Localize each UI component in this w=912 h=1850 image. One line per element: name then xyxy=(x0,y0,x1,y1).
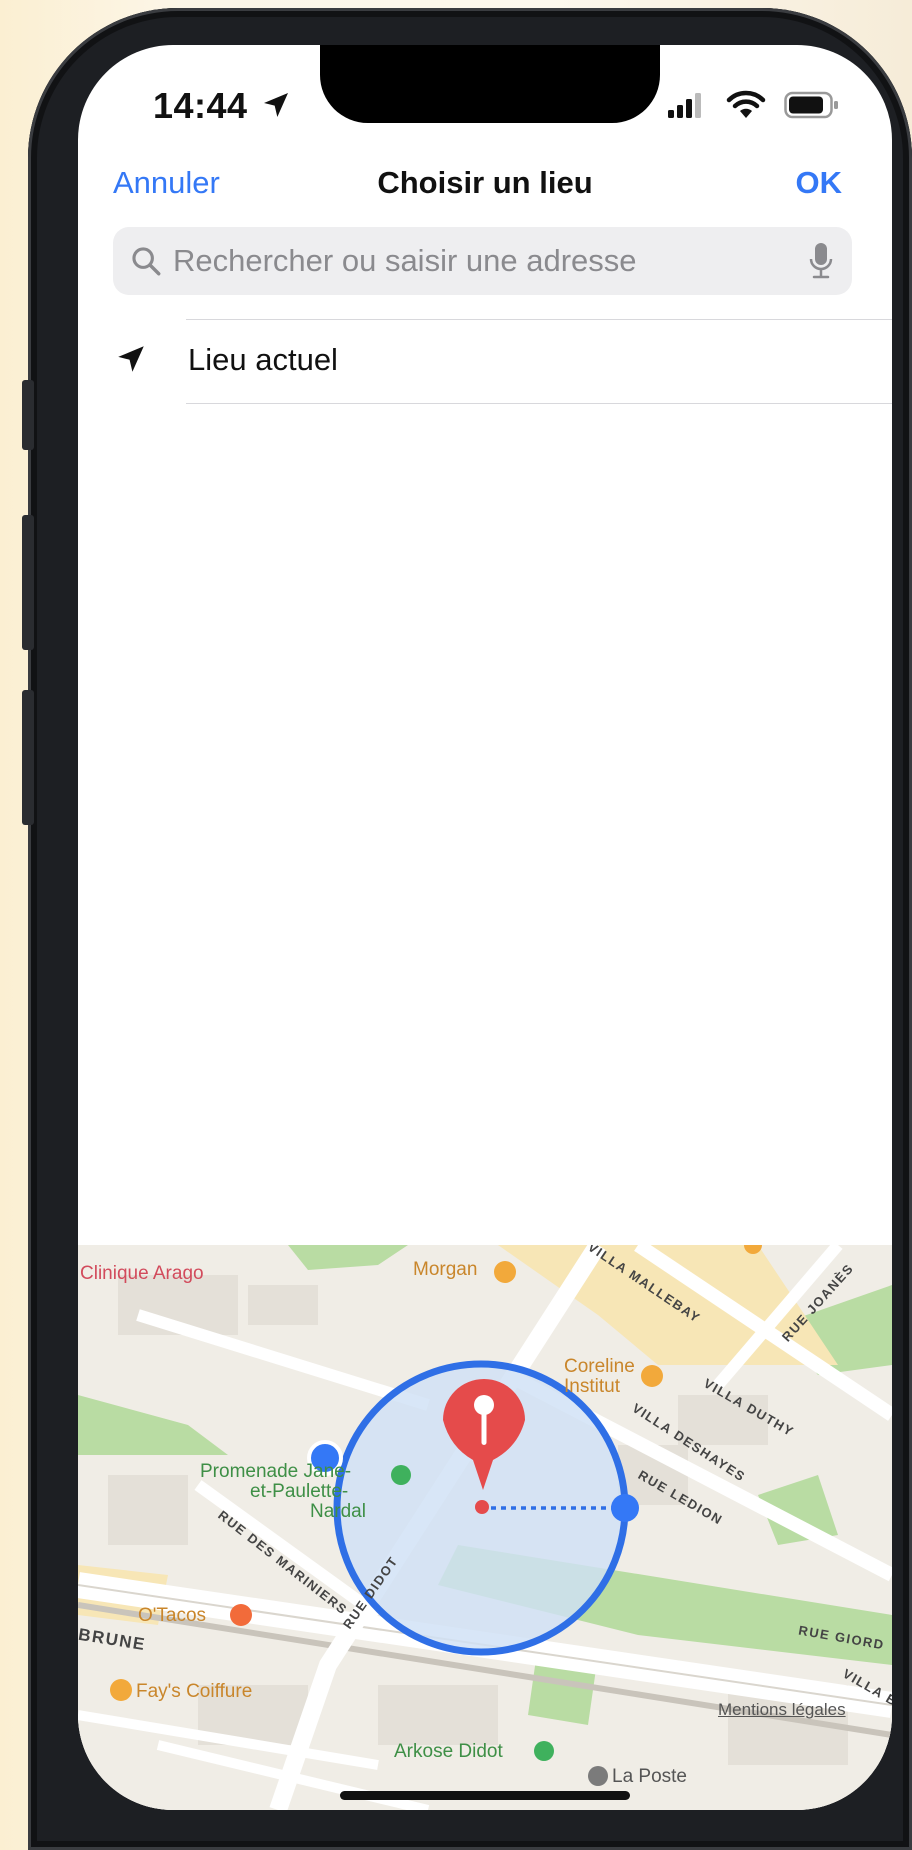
battery-icon xyxy=(784,91,838,119)
wifi-icon xyxy=(726,90,766,118)
poi-label: Clinique Arago xyxy=(80,1263,204,1284)
notch xyxy=(320,45,660,123)
status-time: 14:44 xyxy=(153,85,248,126)
poi-label: La Poste xyxy=(612,1766,687,1787)
poi-label: Institut xyxy=(564,1376,620,1397)
current-location-label: Lieu actuel xyxy=(188,342,338,377)
volume-down-button xyxy=(22,690,34,825)
current-location-row[interactable]: Lieu actuel xyxy=(78,320,892,402)
poi-label: O'Tacos xyxy=(138,1605,207,1626)
divider xyxy=(186,403,892,404)
poi-label: et-Paulette- xyxy=(250,1481,349,1502)
poi-label: Morgan xyxy=(413,1259,478,1280)
ok-button[interactable]: OK xyxy=(796,165,843,201)
poi-label: Arkose Didot xyxy=(394,1741,503,1762)
microphone-icon[interactable] xyxy=(808,241,834,281)
map-view[interactable]: Clinique Arago Morgan Coreline Institut … xyxy=(78,1245,892,1810)
search-bar[interactable] xyxy=(113,227,852,295)
home-indicator[interactable] xyxy=(340,1791,630,1800)
navigation-bar: Choisir un lieu Annuler OK xyxy=(78,165,892,225)
location-arrow-icon xyxy=(118,346,144,372)
phone-screen: 14:44 Choisir un lieu Annuler OK Recherc… xyxy=(78,45,892,1810)
mute-switch xyxy=(22,380,34,450)
poi-label: Fay's Coiffure xyxy=(136,1681,253,1702)
status-indicators xyxy=(668,90,840,120)
location-services-icon xyxy=(264,93,288,117)
search-icon xyxy=(132,247,161,276)
poi-label: Nardal xyxy=(310,1501,366,1522)
poi-label: Coreline xyxy=(564,1356,635,1377)
legal-link[interactable]: Mentions légales xyxy=(718,1700,846,1720)
cancel-button[interactable]: Annuler xyxy=(113,165,220,201)
volume-up-button xyxy=(22,515,34,650)
search-input[interactable] xyxy=(173,227,773,295)
cellular-signal-icon xyxy=(668,93,701,118)
poi-label: Promenade Jane- xyxy=(200,1461,352,1482)
map-base xyxy=(78,1245,892,1810)
